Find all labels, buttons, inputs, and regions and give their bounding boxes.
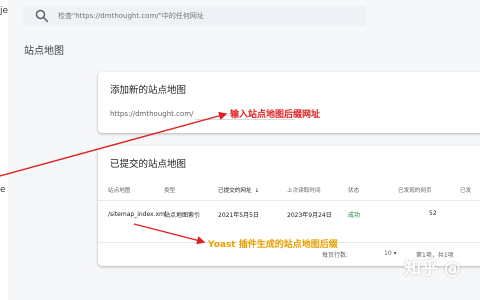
column-header-last-read[interactable]: 上次读取时间 [287,186,321,194]
sitemap-last-read: 2023年9月24日 [287,212,332,219]
annotation-input-hint: 输入站点地图后缀网址 [230,110,321,120]
search-icon [35,9,49,23]
column-header-label: 已提交的网址 [218,188,252,194]
rows-per-page-select[interactable]: 10 ▾ [384,250,397,257]
page-title: 站点地图 [24,46,64,57]
add-sitemap-card: 添加新的站点地图 https://dmthought.com/ [98,72,480,133]
header-divider [98,200,480,201]
left-panel-edge [0,0,8,300]
left-panel-fragment: je [0,6,9,16]
sitemap-type: 站点地图索引 [164,212,201,219]
status-badge: 成功 [348,212,361,219]
left-panel-fragment: e [0,185,6,195]
annotation-yoast-hint: Yoast 插件生成的站点地图后缀 [208,240,338,250]
rows-per-page-label: 每页行数: [322,252,349,259]
column-header-discovered-pages[interactable]: 已发现的网页 [398,186,432,194]
search-input[interactable] [56,11,360,21]
column-header-sitemap[interactable]: 站点地图 [108,186,130,194]
add-sitemap-title: 添加新的站点地图 [110,85,187,96]
sort-down-icon: ↓ [254,188,260,194]
submitted-sitemaps-title: 已提交的站点地图 [110,159,187,170]
column-header-discovered-videos[interactable]: 已发 [460,186,471,194]
sitemap-path-link[interactable]: /sitemap_index.xml [108,208,167,222]
sitemap-submitted-date: 2021年5月5日 [218,212,259,219]
column-header-type[interactable]: 类型 [164,186,175,194]
column-header-status[interactable]: 状态 [348,186,359,194]
zhihu-watermark: 知乎 @ [404,259,461,279]
url-inspection-search[interactable] [22,6,366,26]
chevron-down-icon: ▾ [393,250,397,257]
site-url-prefix: https://dmthought.com/ [110,110,194,118]
column-header-submitted[interactable]: 已提交的网址 ↓ [218,186,259,194]
discovered-pages-count: 52 [429,210,437,217]
rows-per-page-value: 10 [384,250,392,257]
